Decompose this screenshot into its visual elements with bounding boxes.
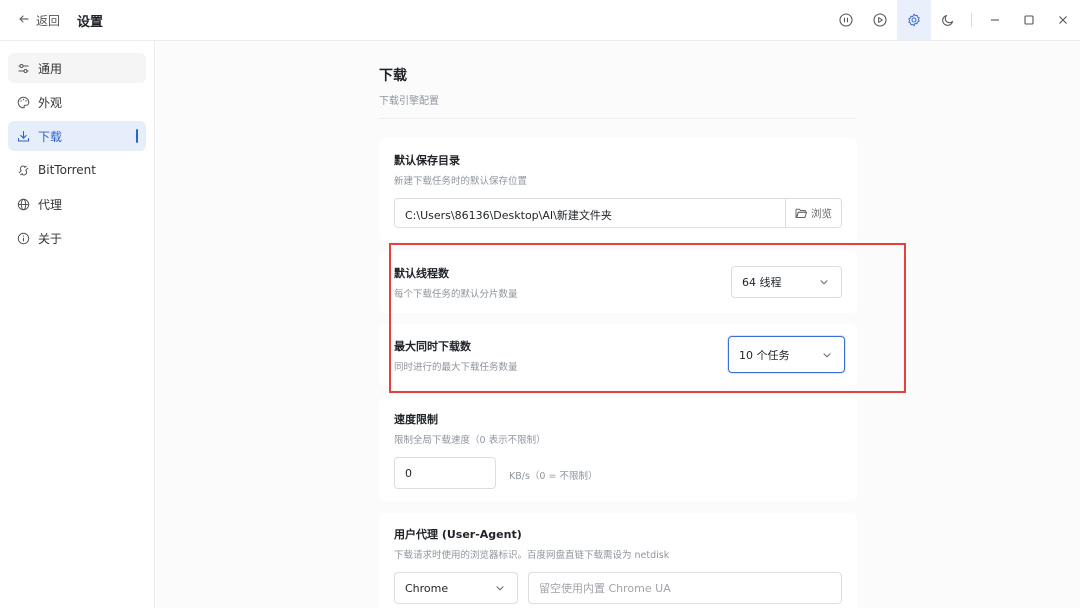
setting-description: 每个下载任务的默认分片数量: [394, 289, 518, 300]
globe-icon: [16, 197, 30, 211]
sidebar-item-download[interactable]: 下载: [8, 121, 146, 151]
setting-title: 用户代理 (User-Agent): [394, 528, 522, 541]
back-button[interactable]: 返回: [18, 12, 60, 29]
main-panel: 下载 下载引擎配置 默认保存目录 新建下载任务时的默认保存位置 C:\Users…: [156, 41, 1080, 608]
setting-title: 默认线程数: [394, 267, 449, 280]
user-agent-card: 用户代理 (User-Agent) 下载请求时使用的浏览器标识。百度网盘直链下载…: [379, 513, 857, 608]
user-agent-select[interactable]: Chrome: [394, 572, 518, 604]
play-icon: [873, 13, 887, 27]
browse-label: 浏览: [811, 207, 832, 220]
max-downloads-select[interactable]: 10 个任务: [728, 336, 845, 373]
save-dir-card: 默认保存目录 新建下载任务时的默认保存位置 C:\Users\86136\Des…: [379, 138, 857, 241]
sidebar-item-label: 关于: [38, 231, 63, 246]
active-indicator: [136, 129, 138, 143]
max-downloads-card: 最大同时下载数 同时进行的最大下载任务数量 10 个任务: [379, 324, 857, 386]
close-button[interactable]: [1046, 0, 1080, 40]
user-agent-placeholder: 留空使用内置 Chrome UA: [539, 582, 671, 595]
folder-open-icon: [795, 208, 807, 218]
setting-title: 速度限制: [394, 413, 438, 426]
titlebar-separator: [971, 13, 972, 27]
arrow-left-icon: [18, 13, 30, 29]
browse-button[interactable]: 浏览: [785, 199, 841, 227]
sidebar-item-appearance[interactable]: 外观: [8, 87, 146, 117]
setting-description: 下载请求时使用的浏览器标识。百度网盘直链下载需设为 netdisk: [394, 550, 670, 561]
minimize-button[interactable]: [978, 0, 1012, 40]
sidebar-item-bittorrent[interactable]: BitTorrent: [8, 155, 146, 185]
pause-icon: [839, 13, 853, 27]
pause-button[interactable]: [829, 0, 863, 40]
chevron-down-icon: [496, 586, 504, 591]
speed-limit-input[interactable]: 0: [394, 457, 496, 489]
sidebar: 通用 外观 下载 BitTorrent 代理 关于: [0, 41, 155, 608]
setting-title: 默认保存目录: [394, 154, 460, 167]
setting-description: 新建下载任务时的默认保存位置: [394, 176, 528, 187]
settings-button[interactable]: [897, 0, 931, 40]
speed-limit-value: 0: [405, 466, 412, 480]
title-bar: 返回 设置: [0, 0, 1080, 41]
section-subtitle: 下载引擎配置: [379, 96, 439, 107]
info-icon: [16, 231, 30, 245]
sidebar-item-label: BitTorrent: [38, 163, 96, 177]
chevron-down-icon: [820, 280, 828, 285]
moon-icon: [942, 14, 954, 26]
section-title: 下载: [379, 68, 407, 84]
threads-card: 默认线程数 每个下载任务的默认分片数量 64 线程: [379, 251, 857, 313]
setting-title: 最大同时下载数: [394, 340, 471, 353]
speed-limit-unit: KB/s（0 = 不限制）: [509, 471, 598, 482]
user-agent-select-value: Chrome: [405, 581, 449, 595]
sliders-icon: [16, 61, 30, 75]
sidebar-item-about[interactable]: 关于: [8, 223, 146, 253]
user-agent-input[interactable]: 留空使用内置 Chrome UA: [528, 572, 842, 604]
max-downloads-value: 10 个任务: [739, 348, 790, 362]
minimize-icon: [991, 19, 999, 21]
chevron-down-icon: [823, 353, 831, 358]
magnet-icon: [16, 163, 30, 177]
download-icon: [16, 129, 30, 143]
sidebar-item-label: 代理: [38, 197, 63, 212]
back-label: 返回: [36, 14, 61, 28]
sidebar-item-proxy[interactable]: 代理: [8, 189, 146, 219]
theme-toggle-button[interactable]: [931, 0, 965, 40]
play-button[interactable]: [863, 0, 897, 40]
palette-icon: [16, 95, 30, 109]
save-dir-value: C:\Users\86136\Desktop\AI\新建文件夹: [405, 209, 612, 222]
maximize-icon: [1024, 15, 1034, 25]
gear-icon: [908, 13, 920, 27]
threads-value: 64 线程: [742, 276, 782, 289]
setting-description: 限制全局下载速度（0 表示不限制）: [394, 435, 546, 446]
sidebar-item-general[interactable]: 通用: [8, 53, 146, 83]
sidebar-item-label: 通用: [38, 61, 63, 76]
section-divider: [379, 118, 857, 119]
threads-select[interactable]: 64 线程: [731, 266, 842, 298]
save-dir-field[interactable]: C:\Users\86136\Desktop\AI\新建文件夹 浏览: [394, 198, 842, 228]
setting-description: 同时进行的最大下载任务数量: [394, 362, 518, 373]
sidebar-item-label: 外观: [38, 95, 63, 110]
sidebar-item-label: 下载: [38, 129, 63, 144]
page-title: 设置: [77, 15, 104, 30]
maximize-button[interactable]: [1012, 0, 1046, 40]
speed-limit-card: 速度限制 限制全局下载速度（0 表示不限制） 0 KB/s（0 = 不限制）: [379, 398, 857, 501]
close-icon: [1059, 16, 1067, 24]
